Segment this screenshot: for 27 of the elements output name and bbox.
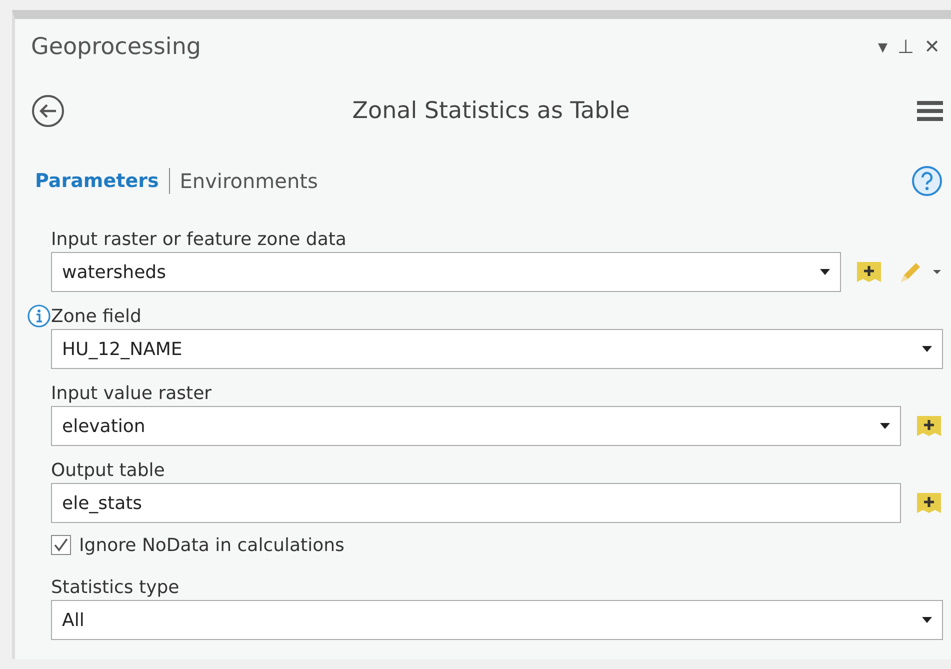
- tab[interactable]: Environments: [176, 169, 322, 193]
- tab[interactable]: Parameters: [31, 170, 163, 192]
- parameter-label: Input value raster: [51, 382, 212, 406]
- check-icon: [53, 537, 69, 553]
- caret-icon: [922, 617, 932, 623]
- dropdown-field[interactable]: All: [51, 600, 943, 640]
- dropdown-field[interactable]: elevation: [51, 406, 901, 446]
- input-field[interactable]: ele_stats: [51, 483, 901, 523]
- dropdown-field[interactable]: HU_12_NAME: [51, 329, 943, 369]
- dropdown-field[interactable]: watersheds: [51, 252, 841, 292]
- caret-icon: [820, 269, 830, 275]
- close-button[interactable]: ✕: [921, 36, 943, 58]
- pin-button[interactable]: ⊥: [894, 36, 918, 58]
- parameter-label: Input raster or feature zone data: [51, 228, 346, 252]
- caret-icon: [880, 423, 890, 429]
- caret-icon: [922, 346, 932, 352]
- parameter-label: Statistics type: [51, 576, 180, 600]
- dropdown-button[interactable]: ▾: [874, 36, 891, 58]
- checkbox-label: Ignore NoData in calculations: [79, 534, 344, 556]
- checkbox[interactable]: [51, 535, 71, 555]
- tool-title: Zonal Statistics as Table: [351, 98, 631, 124]
- pane-title: Geoprocessing: [31, 34, 202, 60]
- parameter-label: Zone field: [51, 305, 142, 329]
- help-icon[interactable]: [911, 165, 943, 197]
- parameter-label: Output table: [51, 459, 165, 483]
- menu-icon[interactable]: [917, 100, 943, 122]
- back-icon[interactable]: [31, 94, 65, 128]
